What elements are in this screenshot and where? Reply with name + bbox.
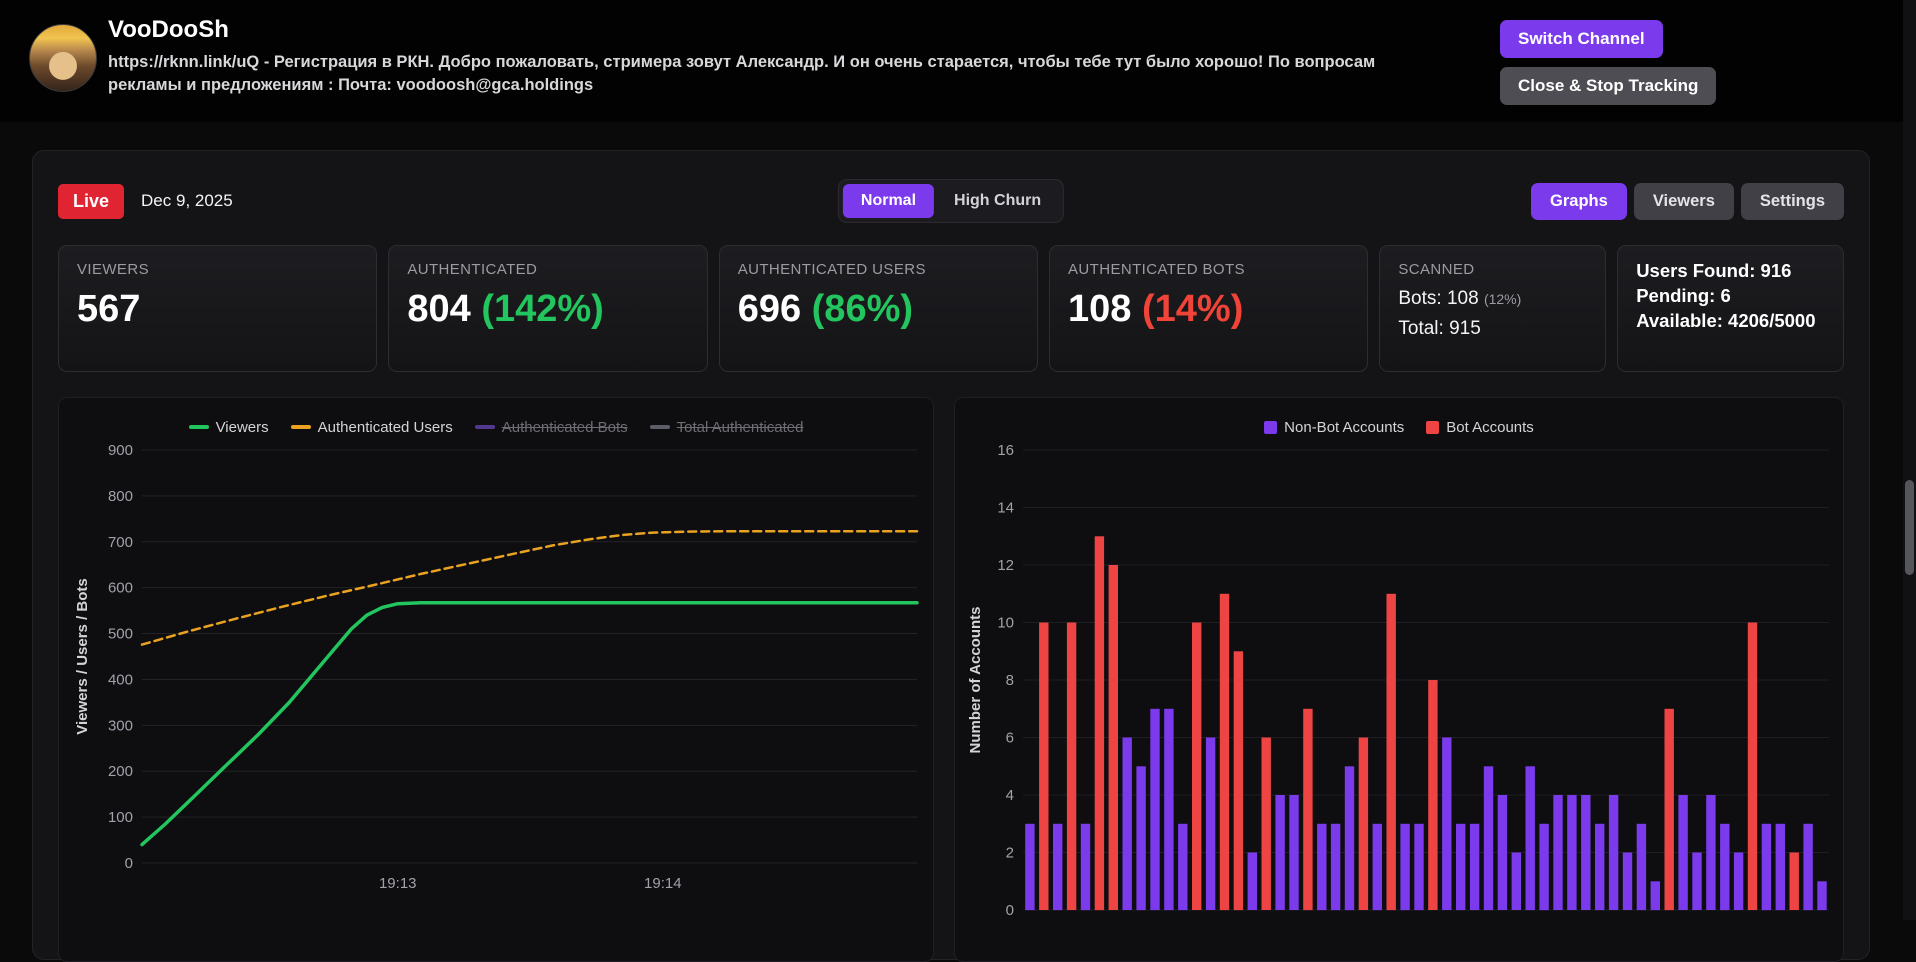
authenticated-users-percent: (86%) [811, 288, 914, 330]
authenticated-percent: (142%) [481, 288, 604, 330]
legend-label: Viewers [215, 418, 269, 436]
charts-row: Viewers Authenticated Users Authenticate… [58, 397, 1844, 962]
stat-value-viewers: 567 [77, 288, 141, 330]
stat-card-authenticated: AUTHENTICATED 804 (142%) [388, 245, 708, 372]
viewers-line-chart: 0 100 200 300 400 500 600 700 800 900 19:13 19:14 Vi… [74, 442, 919, 892]
tracking-panel: Live Dec 9, 2025 Normal High Churn Graph… [32, 150, 1870, 962]
svg-text:200: 200 [108, 763, 133, 780]
bar-chart-legend: Non-Bot Accounts Bot Accounts [963, 416, 1835, 438]
legend-label: Total Authenticated [676, 418, 804, 436]
authenticated-count: 804 [407, 288, 471, 330]
stat-card-authenticated-bots: AUTHENTICATED BOTS 108 (14%) [1049, 245, 1369, 372]
tab-settings[interactable]: Settings [1740, 182, 1844, 220]
svg-text:6: 6 [1006, 730, 1014, 747]
svg-text:400: 400 [108, 671, 133, 688]
legend-item-authenticated-users[interactable]: Authenticated Users [290, 418, 453, 436]
svg-text:0: 0 [1006, 902, 1014, 919]
legend-item-total-authenticated[interactable]: Total Authenticated [649, 418, 804, 436]
channel-header: VooDooSh https://rknn.link/uQ - Регистра… [0, 0, 1916, 122]
svg-text:14: 14 [997, 500, 1014, 517]
view-buttons: Graphs Viewers Settings [1531, 182, 1844, 220]
page-scrollbar-thumb[interactable] [1905, 480, 1914, 575]
legend-item-authenticated-bots[interactable]: Authenticated Bots [474, 418, 628, 436]
svg-text:600: 600 [108, 580, 133, 597]
authenticated-users-series-swatch [290, 425, 311, 429]
stat-label-authenticated-bots: AUTHENTICATED BOTS [1068, 261, 1245, 278]
page-scrollbar-track[interactable] [1903, 0, 1916, 920]
svg-text:19:13: 19:13 [379, 875, 417, 892]
stat-card-authenticated-users: AUTHENTICATED USERS 696 (86%) [718, 245, 1039, 372]
non-bot-accounts-swatch [1264, 420, 1278, 434]
stat-card-summary: Users Found: 916 Pending: 6 Available: 4… [1617, 245, 1844, 372]
stat-value-authenticated-bots: 108 (14%) [1068, 288, 1349, 331]
authenticated-bots-count: 108 [1068, 288, 1132, 330]
stat-label-scanned: SCANNED [1398, 261, 1475, 278]
stat-label-authenticated-users: AUTHENTICATED USERS [737, 261, 926, 278]
close-stop-tracking-button[interactable]: Close & Stop Tracking [1500, 67, 1717, 105]
stat-label-authenticated: AUTHENTICATED [407, 261, 538, 278]
scanned-total-line: Total: 915 [1398, 318, 1481, 339]
line-chart-panel: Viewers Authenticated Users Authenticate… [58, 397, 934, 962]
viewers-series-swatch [188, 425, 209, 429]
svg-text:700: 700 [108, 534, 133, 551]
legend-label: Bot Accounts [1446, 418, 1534, 436]
bar-chart-panel: Non-Bot Accounts Bot Accounts 0 2 4 6 8 10 12 1… [954, 397, 1844, 962]
accounts-bar-chart: 0 2 4 6 8 10 12 14 16 Number of Accounts [967, 442, 1829, 919]
stat-value-authenticated-users: 696 (86%) [738, 288, 1019, 331]
svg-text:800: 800 [108, 488, 133, 505]
svg-text:300: 300 [108, 717, 133, 734]
svg-text:0: 0 [125, 855, 133, 872]
stats-row: VIEWERS 567 AUTHENTICATED 804 (142%) AUT… [58, 245, 1844, 372]
authenticated-users-count: 696 [737, 288, 802, 330]
legend-item-bot-accounts[interactable]: Bot Accounts [1426, 419, 1534, 436]
svg-text:16: 16 [997, 442, 1014, 459]
mode-high-churn-button[interactable]: High Churn [936, 184, 1059, 218]
svg-text:500: 500 [108, 626, 133, 643]
svg-text:12: 12 [997, 557, 1014, 574]
stat-card-viewers: VIEWERS 567 [58, 245, 378, 372]
svg-text:4: 4 [1006, 787, 1014, 804]
channel-name: VooDooSh [108, 16, 229, 43]
svg-text:19:14: 19:14 [644, 875, 682, 892]
tab-viewers[interactable]: Viewers [1633, 182, 1734, 220]
svg-text:900: 900 [108, 442, 133, 459]
legend-label: Non-Bot Accounts [1284, 418, 1405, 436]
header-buttons: Switch Channel Close & Stop Tracking [1500, 20, 1717, 105]
scanned-bots-count: Bots: 108 [1398, 288, 1479, 309]
switch-channel-button[interactable]: Switch Channel [1500, 20, 1663, 58]
svg-text:10: 10 [997, 615, 1014, 632]
users-found-line: Users Found: 916 [1636, 260, 1792, 281]
authenticated-bots-series-swatch [474, 425, 495, 429]
tab-graphs[interactable]: Graphs [1531, 182, 1627, 220]
stat-card-scanned: SCANNED Bots: 108 (12%) Total: 915 [1379, 245, 1607, 372]
scanned-bots-line: Bots: 108 (12%) [1398, 288, 1587, 310]
authenticated-bots-percent: (14%) [1142, 288, 1244, 330]
svg-text:Viewers / Users / Bots: Viewers / Users / Bots [74, 578, 91, 734]
available-line: Available: 4206/5000 [1636, 309, 1816, 331]
channel-description: https://rknn.link/uQ - Регистрация в РКН… [108, 53, 1376, 95]
svg-text:8: 8 [1006, 672, 1014, 689]
channel-avatar [29, 24, 97, 92]
stat-label-viewers: VIEWERS [77, 261, 149, 278]
date-label: Dec 9, 2025 [141, 191, 233, 210]
scanned-bots-percent: (12%) [1483, 291, 1522, 307]
svg-text:2: 2 [1006, 845, 1014, 862]
mode-toggle: Normal High Churn [837, 179, 1065, 223]
legend-item-viewers[interactable]: Viewers [188, 418, 269, 436]
svg-text:100: 100 [108, 809, 133, 826]
legend-label: Authenticated Bots [501, 418, 628, 436]
pending-line: Pending: 6 [1636, 284, 1731, 306]
live-badge: Live [58, 183, 125, 219]
channel-info: VooDooSh https://rknn.link/uQ - Регистра… [108, 16, 1458, 98]
svg-text:Number of Accounts: Number of Accounts [967, 607, 984, 754]
legend-label: Authenticated Users [317, 418, 453, 436]
legend-item-non-bot-accounts[interactable]: Non-Bot Accounts [1264, 419, 1404, 436]
total-authenticated-series-swatch [649, 425, 670, 429]
line-chart-legend: Viewers Authenticated Users Authenticate… [67, 416, 925, 438]
controls-row: Live Dec 9, 2025 Normal High Churn Graph… [58, 178, 1844, 224]
stat-value-authenticated: 804 (142%) [407, 288, 688, 331]
bot-accounts-swatch [1426, 420, 1440, 434]
mode-normal-button[interactable]: Normal [842, 184, 935, 218]
